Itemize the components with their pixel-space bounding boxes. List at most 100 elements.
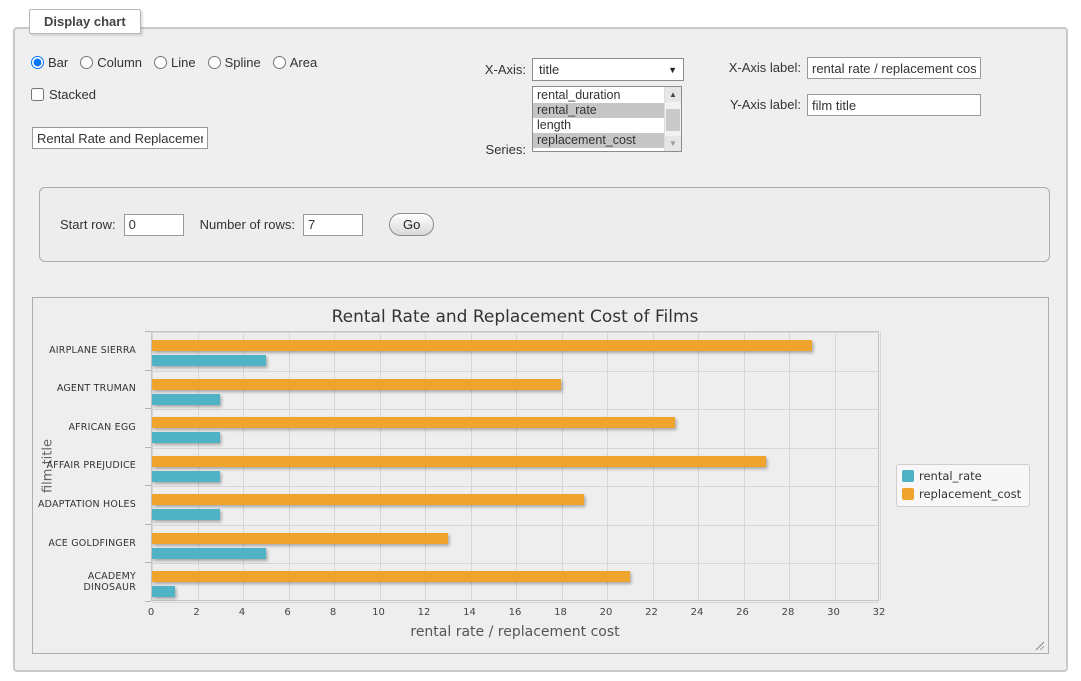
chart-title-input[interactable] bbox=[32, 127, 208, 149]
x-tick-label: 0 bbox=[131, 607, 171, 618]
radio-spline-label: Spline bbox=[225, 55, 261, 70]
category-label: AFFAIR PREJUDICE bbox=[33, 447, 143, 486]
y-axis-label-input[interactable] bbox=[807, 94, 981, 116]
bar-replacement_cost[interactable] bbox=[152, 340, 812, 351]
bar-rental_rate[interactable] bbox=[152, 471, 220, 482]
radio-area-label: Area bbox=[290, 55, 317, 70]
y-tick-mark bbox=[145, 562, 151, 563]
radio-column[interactable]: Column bbox=[80, 55, 142, 70]
legend-item-replacement_cost[interactable]: replacement_cost bbox=[902, 487, 1021, 501]
x-tick-label: 18 bbox=[541, 607, 581, 618]
series-listbox[interactable]: rental_duration rental_rate length repla… bbox=[532, 86, 682, 152]
series-option-length[interactable]: length bbox=[533, 118, 664, 133]
scroll-up-icon[interactable]: ▲ bbox=[665, 87, 681, 102]
radio-line[interactable]: Line bbox=[154, 55, 196, 70]
x-axis-label-input[interactable] bbox=[807, 57, 981, 79]
start-row-label: Start row: bbox=[60, 217, 116, 232]
radio-line-input[interactable] bbox=[154, 56, 167, 69]
x-tick-label: 14 bbox=[450, 607, 490, 618]
x-axis-select[interactable]: title ▼ bbox=[532, 58, 684, 81]
x-axis-selected-value: title bbox=[539, 62, 559, 77]
x-axis-select-label: X-Axis: bbox=[456, 62, 526, 77]
y-tick-mark bbox=[145, 447, 151, 448]
radio-area[interactable]: Area bbox=[273, 55, 317, 70]
legend-swatch-icon bbox=[902, 488, 914, 500]
category-label: AIRPLANE SIERRA bbox=[33, 331, 143, 370]
bar-rental_rate[interactable] bbox=[152, 394, 220, 405]
radio-bar-input[interactable] bbox=[31, 56, 44, 69]
x-tick-label: 28 bbox=[768, 607, 808, 618]
gridline-horizontal bbox=[152, 563, 878, 564]
radio-spline[interactable]: Spline bbox=[208, 55, 261, 70]
legend-swatch-icon bbox=[902, 470, 914, 482]
scrollbar-thumb[interactable] bbox=[666, 109, 680, 131]
bar-replacement_cost[interactable] bbox=[152, 533, 448, 544]
legend-item-rental_rate[interactable]: rental_rate bbox=[902, 469, 1021, 483]
x-tick-label: 26 bbox=[723, 607, 763, 618]
gridline-horizontal bbox=[152, 486, 878, 487]
x-tick-label: 6 bbox=[268, 607, 308, 618]
x-tick-label: 10 bbox=[359, 607, 399, 618]
x-tick-label: 24 bbox=[677, 607, 717, 618]
chart-plot-area bbox=[151, 331, 879, 601]
scroll-down-icon[interactable]: ▼ bbox=[665, 136, 681, 151]
x-tick-label: 4 bbox=[222, 607, 262, 618]
series-listbox-label: Series: bbox=[446, 142, 526, 157]
bar-replacement_cost[interactable] bbox=[152, 494, 584, 505]
radio-column-input[interactable] bbox=[80, 56, 93, 69]
page: Display chart Bar Column Line Spline Are… bbox=[0, 0, 1081, 681]
gridline-vertical bbox=[835, 332, 836, 600]
stacked-checkbox[interactable] bbox=[31, 88, 44, 101]
bar-replacement_cost[interactable] bbox=[152, 417, 675, 428]
series-option-rental-rate[interactable]: rental_rate bbox=[533, 103, 664, 118]
y-tick-mark bbox=[145, 601, 151, 602]
chart-legend: rental_rate replacement_cost bbox=[896, 464, 1030, 507]
x-tick-label: 2 bbox=[177, 607, 217, 618]
bar-rental_rate[interactable] bbox=[152, 509, 220, 520]
num-rows-label: Number of rows: bbox=[200, 217, 295, 232]
stacked-checkbox-row[interactable]: Stacked bbox=[31, 87, 96, 102]
bar-replacement_cost[interactable] bbox=[152, 456, 766, 467]
series-option-rental-duration[interactable]: rental_duration bbox=[533, 88, 664, 103]
bar-replacement_cost[interactable] bbox=[152, 379, 561, 390]
start-row-input[interactable] bbox=[124, 214, 184, 236]
gridline-horizontal bbox=[152, 409, 878, 410]
x-tick-label: 12 bbox=[404, 607, 444, 618]
category-label: AFRICAN EGG bbox=[33, 408, 143, 447]
x-axis-label-label: X-Axis label: bbox=[715, 60, 801, 75]
y-tick-mark bbox=[145, 370, 151, 371]
chart-title: Rental Rate and Replacement Cost of Film… bbox=[151, 307, 879, 327]
gridline-horizontal bbox=[152, 448, 878, 449]
bar-rental_rate[interactable] bbox=[152, 586, 175, 597]
listbox-scrollbar[interactable]: ▲ ▼ bbox=[664, 87, 681, 151]
y-tick-mark bbox=[145, 524, 151, 525]
gridline-horizontal bbox=[152, 525, 878, 526]
series-option-replacement-cost[interactable]: replacement_cost bbox=[533, 133, 664, 148]
select-caret-icon: ▼ bbox=[668, 65, 677, 75]
x-tick-label: 32 bbox=[859, 607, 899, 618]
radio-area-input[interactable] bbox=[273, 56, 286, 69]
row-controls-panel: Start row: Number of rows: Go bbox=[39, 187, 1050, 262]
y-tick-mark bbox=[145, 408, 151, 409]
chart-type-radio-group: Bar Column Line Spline Area bbox=[31, 55, 317, 70]
gridline-horizontal bbox=[152, 332, 878, 333]
x-tick-label: 8 bbox=[313, 607, 353, 618]
stacked-label: Stacked bbox=[49, 87, 96, 102]
legend-label: replacement_cost bbox=[919, 487, 1021, 501]
go-button[interactable]: Go bbox=[389, 213, 434, 236]
x-tick-label: 16 bbox=[495, 607, 535, 618]
fieldset-legend: Display chart bbox=[29, 9, 141, 34]
bar-rental_rate[interactable] bbox=[152, 548, 266, 559]
chart-resize-handle-icon[interactable] bbox=[1034, 640, 1044, 650]
gridline-vertical bbox=[880, 332, 881, 600]
radio-bar[interactable]: Bar bbox=[31, 55, 68, 70]
radio-spline-input[interactable] bbox=[208, 56, 221, 69]
bar-rental_rate[interactable] bbox=[152, 355, 266, 366]
bar-rental_rate[interactable] bbox=[152, 432, 220, 443]
gridline-horizontal bbox=[152, 371, 878, 372]
legend-label: rental_rate bbox=[919, 469, 982, 483]
bar-replacement_cost[interactable] bbox=[152, 571, 630, 582]
category-label: ACE GOLDFINGER bbox=[33, 524, 143, 563]
num-rows-input[interactable] bbox=[303, 214, 363, 236]
chart-x-tick-labels: 02468101214161820222426283032 bbox=[33, 607, 1048, 621]
